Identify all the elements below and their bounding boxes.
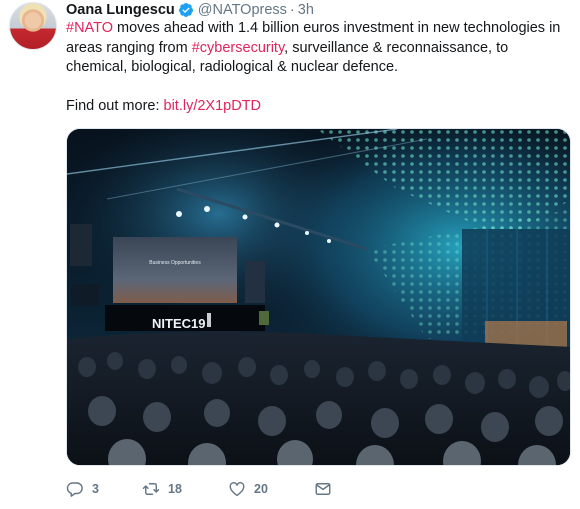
find-out-more-label: Find out more:	[66, 98, 164, 114]
tweet-header: Oana Lungescu @NATOpress · 3h	[66, 1, 314, 19]
verified-badge-icon	[178, 2, 194, 18]
author-handle[interactable]: @NATOpress	[198, 2, 287, 18]
avatar[interactable]	[9, 2, 57, 50]
like-count: 20	[254, 482, 268, 496]
screen-text: Business Opportunities	[149, 260, 201, 266]
find-out-more-line: Find out more: bit.ly/2X1pDTD	[66, 97, 566, 117]
tweet: Oana Lungescu @NATOpress · 3h #NATO move…	[0, 0, 580, 509]
reply-icon	[66, 482, 83, 497]
tweet-paragraph: #NATO moves ahead with 1.4 billion euros…	[66, 19, 566, 78]
like-button[interactable]: 20	[228, 480, 314, 498]
direct-message-button[interactable]	[314, 480, 332, 498]
stage-logo: NITEC19	[152, 316, 205, 331]
retweet-button[interactable]: 18	[142, 480, 228, 498]
retweet-icon	[142, 483, 160, 495]
tweet-actions: 3 18 20	[66, 479, 332, 499]
retweet-count: 18	[168, 482, 182, 496]
tweet-link[interactable]: bit.ly/2X1pDTD	[164, 98, 262, 114]
tweet-timestamp[interactable]: 3h	[298, 2, 314, 18]
reply-count: 3	[92, 482, 99, 496]
tweet-text: #NATO moves ahead with 1.4 billion euros…	[66, 19, 566, 117]
tweet-photo[interactable]: Business Opportunities NITEC19	[66, 128, 571, 466]
hashtag-nato[interactable]: #NATO	[66, 20, 113, 36]
reply-button[interactable]: 3	[66, 480, 142, 498]
direct-message-icon	[315, 483, 331, 495]
separator-dot: ·	[289, 2, 295, 18]
author-name[interactable]: Oana Lungescu	[66, 2, 175, 18]
hashtag-cybersecurity[interactable]: #cybersecurity	[192, 40, 284, 56]
like-icon	[229, 482, 245, 497]
conference-photo: Business Opportunities NITEC19	[67, 129, 570, 465]
